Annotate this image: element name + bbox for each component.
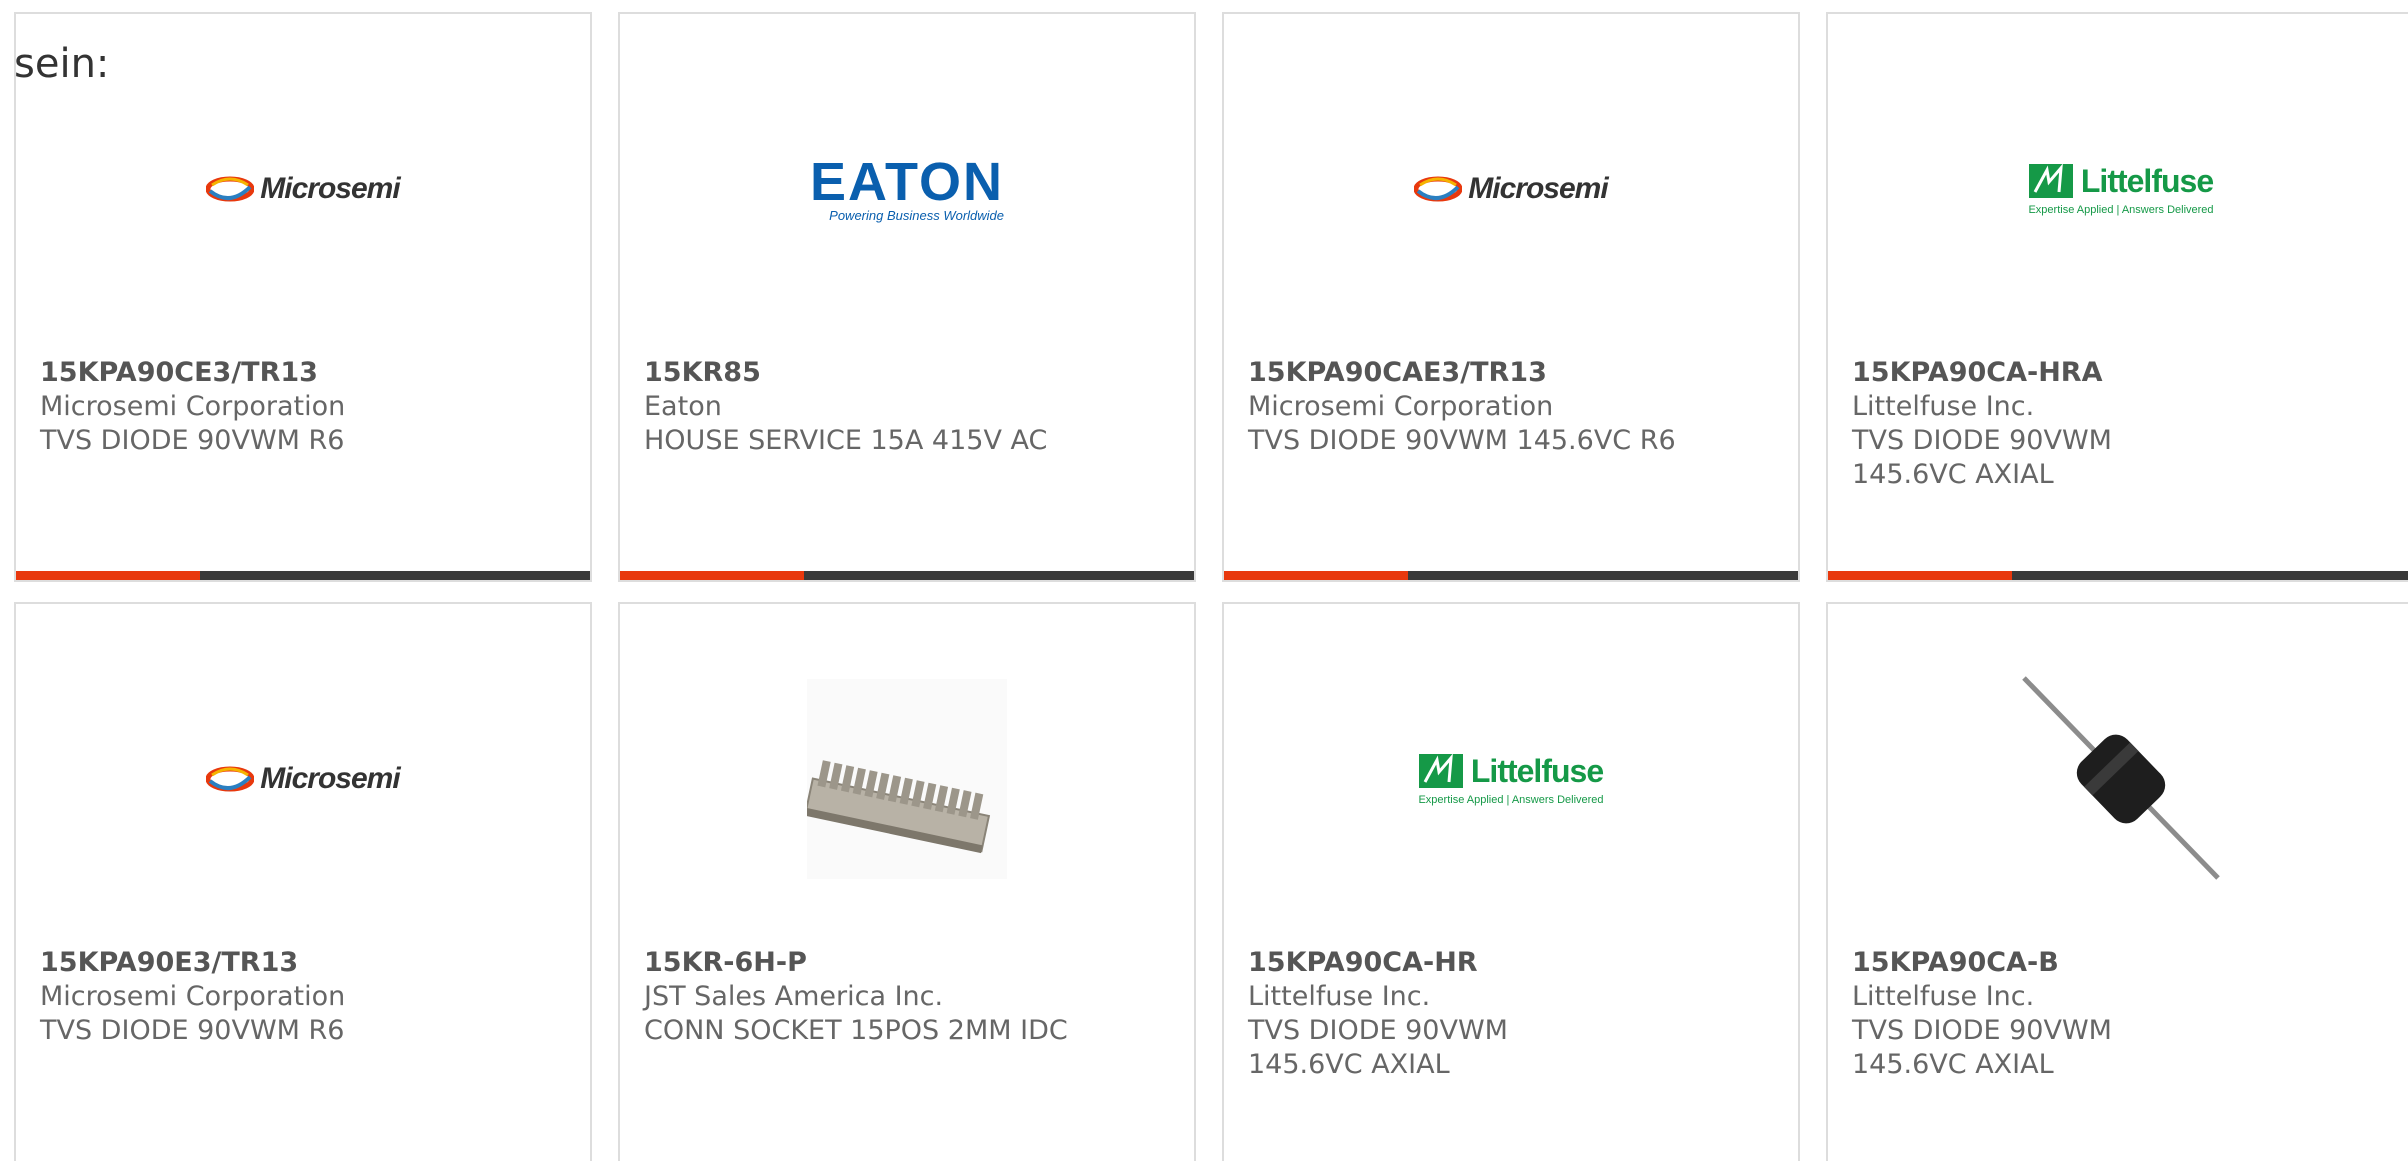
diode-photo-icon xyxy=(2016,674,2226,884)
description: TVS DIODE 90VWM R6 xyxy=(40,1015,345,1046)
accent-fill xyxy=(16,571,200,580)
card-accent-bar xyxy=(16,571,590,580)
part-number[interactable]: 15KPA90E3/TR13 xyxy=(40,946,566,980)
product-card[interactable]: Littelfuse Expertise Applied | Answers D… xyxy=(1222,602,1800,1161)
product-image[interactable] xyxy=(802,674,1012,884)
accent-fill xyxy=(1224,571,1408,580)
part-number[interactable]: 15KPA90CE3/TR13 xyxy=(40,356,566,390)
product-image[interactable]: Littelfuse Expertise Applied | Answers D… xyxy=(1406,674,1616,884)
microsemi-logo: Microsemi xyxy=(206,172,401,206)
description: TVS DIODE 90VWM 145.6VC AXIAL xyxy=(1852,425,2112,490)
description: TVS DIODE 90VWM R6 xyxy=(40,425,345,456)
part-number[interactable]: 15KPA90CA-HR xyxy=(1248,946,1774,980)
product-info: 15KR85 Eaton HOUSE SERVICE 15A 415V AC xyxy=(644,356,1170,458)
manufacturer: Microsemi Corporation xyxy=(1248,391,1554,422)
manufacturer: Microsemi Corporation xyxy=(40,391,346,422)
part-number[interactable]: 15KR-6H-P xyxy=(644,946,1170,980)
logo-tagline: Expertise Applied | Answers Delivered xyxy=(1418,793,1604,806)
microsemi-swoosh-icon xyxy=(206,176,255,202)
product-image[interactable]: Littelfuse Expertise Applied | Answers D… xyxy=(2016,84,2226,294)
manufacturer: Eaton xyxy=(644,391,722,422)
product-image[interactable]: Microsemi xyxy=(198,674,408,884)
card-accent-bar xyxy=(1224,571,1798,580)
description: HOUSE SERVICE 15A 415V AC xyxy=(644,425,1048,456)
product-info: 15KPA90CAE3/TR13 Microsemi Corporation T… xyxy=(1248,356,1774,458)
littelfuse-logo: Littelfuse Expertise Applied | Answers D… xyxy=(1418,752,1604,806)
part-number[interactable]: 15KPA90CA-B xyxy=(1852,946,2390,980)
microsemi-swoosh-icon xyxy=(1414,176,1463,202)
product-card[interactable]: Microsemi 15KPA90E3/TR13 Microsemi Corpo… xyxy=(14,602,592,1161)
microsemi-logo: Microsemi xyxy=(206,762,401,796)
logo-text: Littelfuse xyxy=(2080,162,2214,199)
description: TVS DIODE 90VWM 145.6VC AXIAL xyxy=(1852,1015,2112,1080)
part-number[interactable]: 15KR85 xyxy=(644,356,1170,390)
logo-text: EATON xyxy=(809,151,1005,212)
product-card[interactable]: 15KR-6H-P JST Sales America Inc. CONN SO… xyxy=(618,602,1196,1161)
eaton-logo: EATON Powering Business Worldwide xyxy=(809,151,1005,223)
littelfuse-logo: Littelfuse Expertise Applied | Answers D… xyxy=(2028,162,2214,216)
product-image[interactable]: Microsemi xyxy=(1406,84,1616,294)
description: TVS DIODE 90VWM 145.6VC R6 xyxy=(1248,425,1676,456)
manufacturer: Microsemi Corporation xyxy=(40,981,346,1012)
connector-photo-icon xyxy=(807,679,1007,879)
product-image[interactable]: Microsemi xyxy=(198,84,408,294)
product-info: 15KPA90CA-HR Littelfuse Inc. TVS DIODE 9… xyxy=(1248,946,1774,1082)
accent-fill xyxy=(1828,571,2012,580)
part-number[interactable]: 15KPA90CA-HRA xyxy=(1852,356,2390,390)
manufacturer: Littelfuse Inc. xyxy=(1852,981,2035,1012)
product-image[interactable] xyxy=(2016,674,2226,884)
product-card[interactable]: 15KPA90CA-B Littelfuse Inc. TVS DIODE 90… xyxy=(1826,602,2408,1161)
logo-text: Littelfuse xyxy=(1470,752,1604,789)
intro-text: sein: xyxy=(14,41,110,87)
product-info: 15KPA90E3/TR13 Microsemi Corporation TVS… xyxy=(40,946,566,1048)
manufacturer: Littelfuse Inc. xyxy=(1248,981,1431,1012)
product-image[interactable]: EATON Powering Business Worldwide xyxy=(802,84,1012,294)
product-card[interactable]: EATON Powering Business Worldwide 15KR85… xyxy=(618,12,1196,582)
product-info: 15KPA90CA-B Littelfuse Inc. TVS DIODE 90… xyxy=(1852,946,2390,1082)
logo-text: Microsemi xyxy=(260,172,400,205)
microsemi-logo: Microsemi xyxy=(1414,172,1609,206)
description: TVS DIODE 90VWM 145.6VC AXIAL xyxy=(1248,1015,1508,1080)
product-info: 15KR-6H-P JST Sales America Inc. CONN SO… xyxy=(644,946,1170,1048)
product-card[interactable]: Microsemi 15KPA90CAE3/TR13 Microsemi Cor… xyxy=(1222,12,1800,582)
product-grid: sein: Microsemi 15KPA90CE3/TR13 Microsem… xyxy=(0,0,2408,1161)
part-number[interactable]: 15KPA90CAE3/TR13 xyxy=(1248,356,1774,390)
logo-text: Microsemi xyxy=(260,762,400,795)
microsemi-swoosh-icon xyxy=(206,766,255,792)
logo-text: Microsemi xyxy=(1468,172,1608,205)
product-card[interactable]: Microsemi 15KPA90CE3/TR13 Microsemi Corp… xyxy=(14,12,592,582)
card-accent-bar xyxy=(620,571,1194,580)
littelfuse-mark-icon xyxy=(2028,164,2073,198)
card-accent-bar xyxy=(1828,571,2408,580)
logo-tagline: Expertise Applied | Answers Delivered xyxy=(2028,203,2214,216)
manufacturer: Littelfuse Inc. xyxy=(1852,391,2035,422)
product-card[interactable]: Littelfuse Expertise Applied | Answers D… xyxy=(1826,12,2408,582)
accent-fill xyxy=(620,571,804,580)
description: CONN SOCKET 15POS 2MM IDC xyxy=(644,1015,1068,1046)
littelfuse-mark-icon xyxy=(1418,754,1463,788)
manufacturer: JST Sales America Inc. xyxy=(644,981,944,1012)
product-info: 15KPA90CE3/TR13 Microsemi Corporation TV… xyxy=(40,356,566,458)
product-info: 15KPA90CA-HRA Littelfuse Inc. TVS DIODE … xyxy=(1852,356,2390,492)
logo-tagline: Powering Business Worldwide xyxy=(829,207,1005,223)
